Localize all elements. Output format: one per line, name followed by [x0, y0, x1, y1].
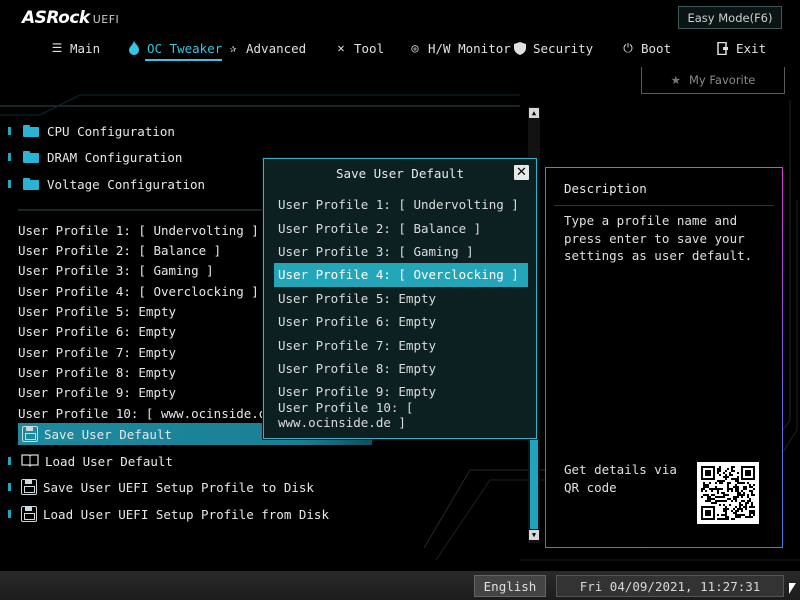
language-button[interactable]: English	[474, 575, 546, 597]
close-icon[interactable]: ✕	[514, 165, 529, 180]
profile-line: User Profile 2: [ Balance ]	[18, 242, 222, 258]
description-panel: Description Type a profile name and pres…	[545, 167, 783, 548]
voltage-configuration-item[interactable]: Voltage Configuration	[8, 174, 205, 194]
my-favorite-button[interactable]: ★ My Favorite	[641, 67, 785, 94]
folder-icon	[23, 125, 39, 137]
divider	[554, 205, 774, 206]
description-title: Description	[564, 181, 647, 196]
dialog-profile-list: User Profile 1: [ Undervolting ] User Pr…	[274, 193, 528, 430]
tab-oc-tweaker[interactable]: OC Tweaker	[127, 37, 223, 61]
bullet-marker	[8, 127, 11, 135]
shield-icon	[513, 41, 527, 55]
bullet-marker	[8, 153, 11, 161]
profile-line: User Profile 3: [ Gaming ]	[18, 262, 214, 278]
tab-main[interactable]: ☰ Main	[50, 37, 101, 59]
dialog-profile-option[interactable]: User Profile 1: [ Undervolting ]	[274, 193, 528, 216]
asrock-logo: ASRock UEFI	[22, 8, 120, 28]
cpu-configuration-item[interactable]: CPU Configuration	[8, 121, 175, 141]
tab-tool[interactable]: ✕ Tool	[334, 37, 384, 59]
load-user-default-item[interactable]: Load User Default	[8, 450, 372, 472]
bullet-marker	[8, 483, 11, 491]
dialog-profile-option[interactable]: User Profile 5: Empty	[274, 287, 528, 310]
profile-line: User Profile 7: Empty	[18, 344, 177, 360]
book-icon	[21, 453, 39, 470]
profile-line: User Profile 9: Empty	[18, 384, 177, 400]
dialog-profile-option[interactable]: User Profile 8: Empty	[274, 357, 528, 380]
bullet-marker	[8, 180, 11, 188]
dialog-profile-option[interactable]: User Profile 7: Empty	[274, 333, 528, 356]
mouse-cursor-icon	[789, 583, 796, 594]
qr-caption: Get details via QR code	[564, 462, 677, 495]
folder-icon	[23, 151, 39, 163]
tab-boot[interactable]: ⏻ Boot	[621, 37, 671, 59]
dram-configuration-item[interactable]: DRAM Configuration	[8, 147, 182, 167]
dialog-title: Save User Default	[336, 165, 464, 181]
star-icon: ★	[670, 73, 681, 87]
floppy-icon	[22, 426, 38, 442]
save-user-default-dialog: Save User Default ✕ User Profile 1: [ Un…	[263, 158, 537, 439]
tools-icon: ✕	[337, 41, 345, 55]
profile-line: User Profile 1: [ Undervolting ]	[18, 222, 259, 238]
profile-line: User Profile 4: [ Overclocking ]	[18, 283, 259, 299]
bullet-marker	[8, 510, 11, 518]
scroll-up-arrow-icon[interactable]: ▲	[529, 108, 539, 118]
profile-line: User Profile 10: [ www.ocinside.de ]	[18, 405, 289, 421]
scroll-down-arrow-icon[interactable]: ▼	[529, 530, 539, 540]
load-profile-from-disk-item[interactable]: Load User UEFI Setup Profile from Disk	[8, 503, 372, 525]
dialog-profile-option[interactable]: User Profile 6: Empty	[274, 310, 528, 333]
dialog-profile-option[interactable]: User Profile 2: [ Balance ]	[274, 216, 528, 239]
description-text: Type a profile name and press enter to s…	[564, 213, 753, 263]
floppy-icon	[21, 479, 37, 495]
bullet-marker	[8, 457, 11, 465]
datetime-display: Fri 04/09/2021, 11:27:31	[556, 575, 784, 597]
star-gear-icon: ✰	[229, 41, 237, 55]
monitor-icon: ◎	[411, 41, 419, 55]
dialog-profile-option[interactable]: User Profile 10: [ www.ocinside.de ]	[274, 400, 528, 430]
tab-exit[interactable]: Exit	[716, 37, 766, 59]
profile-line: User Profile 5: Empty	[18, 303, 177, 319]
floppy-icon	[21, 506, 37, 522]
list-icon: ☰	[51, 41, 63, 55]
status-bar: English Fri 04/09/2021, 11:27:31	[0, 571, 800, 600]
profile-line: User Profile 8: Empty	[18, 364, 177, 380]
dialog-profile-option[interactable]: User Profile 3: [ Gaming ]	[274, 240, 528, 263]
dialog-profile-option-selected[interactable]: User Profile 4: [ Overclocking ]	[274, 263, 528, 287]
folder-icon	[23, 178, 39, 190]
save-profile-to-disk-item[interactable]: Save User UEFI Setup Profile to Disk	[8, 476, 372, 498]
flame-icon	[127, 41, 141, 55]
top-navigation: ☰ Main OC Tweaker ✰ Advanced ✕ Tool ◎ H/…	[0, 37, 800, 61]
tab-security[interactable]: Security	[513, 37, 593, 59]
profile-line: User Profile 6: Empty	[18, 323, 177, 339]
exit-icon	[716, 41, 730, 55]
power-icon: ⏻	[623, 40, 633, 55]
tab-hw-monitor[interactable]: ◎ H/W Monitor	[408, 37, 510, 59]
easy-mode-button[interactable]: Easy Mode(F6)	[678, 6, 782, 29]
tab-advanced[interactable]: ✰ Advanced	[226, 37, 306, 59]
qr-code-icon	[697, 462, 759, 524]
